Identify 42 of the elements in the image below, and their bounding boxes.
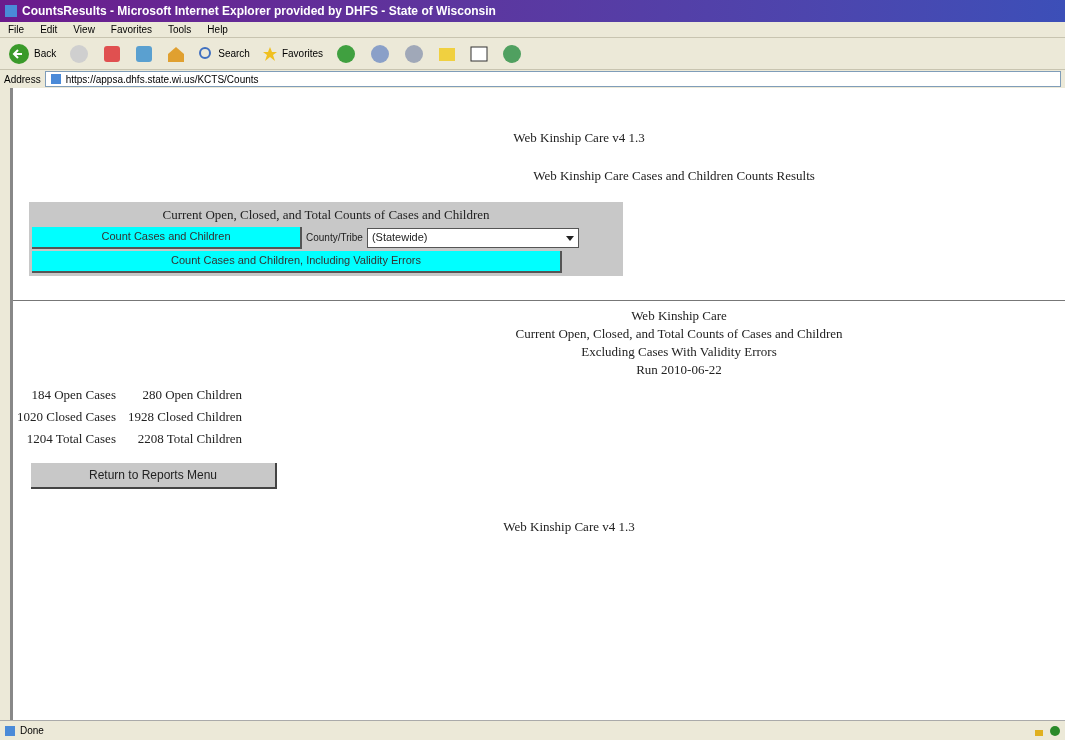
count-text: 1020 Closed Cases [17,407,116,426]
favorites-button[interactable]: Favorites [261,45,324,62]
report-title-line: Current Open, Closed, and Total Counts of Cases and Children [515,324,843,343]
select-value: (Statewide) [371,230,428,246]
dropdown-arrow-icon [565,233,574,242]
address-field[interactable]: https://appsa.dhfs.state.wi.us/KCTS/Counts [44,71,1061,87]
menu-item[interactable]: Tools [168,22,192,37]
window-title: CountsResults - Microsoft Internet Explorer provided by DHFS - State of Wisconsin [22,3,496,20]
county-label: County/Tribe [306,231,363,245]
stop-icon[interactable] [102,43,123,64]
report-title-line: Excluding Cases With Validity Errors [581,342,777,361]
count-text: 2208 Total Children [136,429,243,448]
report-title-line: Web Kinship Care [631,306,727,325]
page-header: Web Kinship Care v4 1.3 [512,129,646,147]
status-text: Done [20,724,45,738]
browser-icon [4,4,18,18]
menu-item[interactable]: File [8,22,25,37]
star-icon [261,45,278,62]
page-subtitle: Web Kinship Care Cases and Children Counts Results [532,166,816,185]
county-select[interactable]: (Statewide) [366,227,579,248]
page-footer: Web Kinship Care v4 1.3 [73,516,1065,536]
page-icon [4,724,16,737]
menu-item[interactable]: View [73,22,95,37]
window-icon[interactable] [469,43,490,64]
return-button[interactable]: Return to Reports Menu [31,462,277,489]
count-text: 1928 Closed Children [127,407,243,426]
refresh-icon[interactable] [134,43,155,64]
report-title-line: Run 2010-06-22 [636,360,722,379]
count-text: 1204 Total Cases [25,429,116,448]
count-errors-button[interactable]: Count Cases and Children, Including Validity Errors [32,250,562,273]
count-text: 280 Open Children [141,385,243,404]
menu-item[interactable]: Edit [40,22,58,37]
form-title: Current Open, Closed, and Total Counts of Cases and Children [161,206,491,224]
search-button[interactable]: Search [198,45,250,62]
count-button[interactable]: Count Cases and Children [32,226,302,249]
back-button[interactable]: Back [8,42,57,65]
address-label: Address [4,72,41,87]
address-text: https://appsa.dhfs.state.wi.us/KCTS/Counts [65,72,259,87]
menu-item[interactable]: Favorites [110,22,152,37]
page-icon [49,73,62,85]
count-text: 184 Open Cases [30,385,116,404]
menu-item[interactable]: Help [207,22,228,37]
